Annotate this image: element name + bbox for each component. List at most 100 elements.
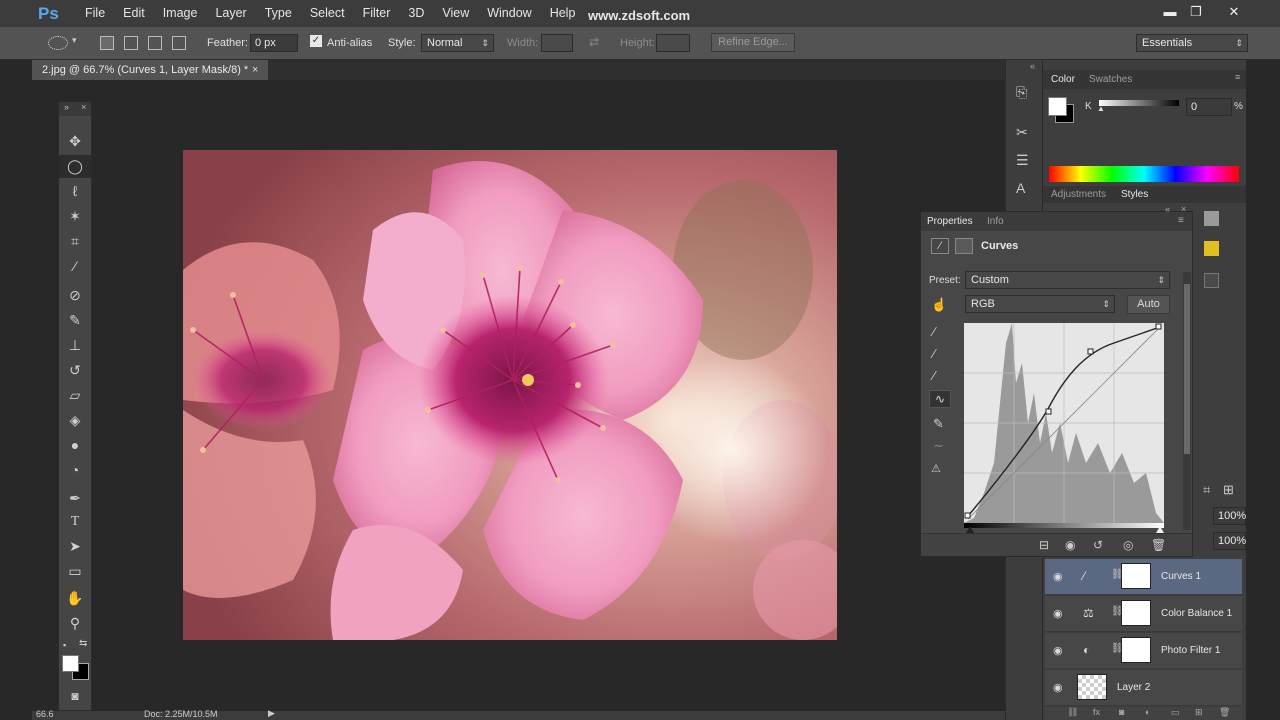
chevron-down-icon[interactable]: ▾ (72, 35, 77, 46)
menu-help[interactable]: Help (541, 0, 585, 27)
ellipse-marquee-icon[interactable] (48, 36, 68, 50)
document-tab[interactable]: 2.jpg @ 66.7% (Curves 1, Layer Mask/8) *… (32, 60, 268, 80)
new-group-icon[interactable]: ▭ (1171, 707, 1180, 718)
swap-colors-icon[interactable]: ⇆ (79, 638, 87, 649)
props-menu-icon[interactable]: ≡ (1178, 215, 1184, 226)
properties-scrollbar[interactable] (1183, 272, 1191, 530)
clone-stamp-tool-icon[interactable]: ⊥ (59, 334, 91, 357)
workspace-dropdown[interactable]: Essentials (1136, 34, 1248, 52)
view-previous-icon[interactable]: ◉ (1065, 538, 1075, 552)
preset-dropdown[interactable]: Custom (965, 271, 1170, 289)
status-menu-icon[interactable]: ▶ (268, 708, 275, 719)
new-layer-icon[interactable]: ⊞ (1195, 707, 1203, 718)
tab-adjustments[interactable]: Adjustments (1051, 189, 1106, 200)
layer-name[interactable]: Photo Filter 1 (1161, 645, 1220, 656)
restore-button[interactable]: ❐ (1184, 2, 1208, 22)
marquee-tool-icon[interactable]: ◯ (59, 155, 91, 178)
layer-name[interactable]: Curves 1 (1161, 571, 1201, 582)
style-dropdown[interactable]: Normal (421, 34, 494, 52)
foreground-color-swatch[interactable] (62, 655, 79, 672)
smooth-curve-icon[interactable]: ∼ (933, 438, 944, 454)
tab-styles[interactable]: Styles (1121, 189, 1148, 200)
curve-edit-icon[interactable]: ∿ (929, 390, 951, 408)
history-brush-tool-icon[interactable]: ↺ (59, 359, 91, 382)
pen-tool-icon[interactable]: ✒ (59, 487, 91, 510)
curves-adjustment-icon[interactable]: ⁄ (931, 238, 949, 254)
black-point-eyedropper-icon[interactable]: ⁄ (933, 324, 935, 339)
lock-all-icon[interactable]: ⊞ (1223, 482, 1234, 498)
feather-input[interactable]: 0 px (250, 34, 298, 52)
eye-icon[interactable]: ◉ (1053, 644, 1063, 657)
history-panel-icon[interactable]: ⎘ (1016, 84, 1027, 101)
link-layers-icon[interactable]: ⛓ (1067, 707, 1078, 718)
antialias-checkbox[interactable]: ✓ (310, 35, 322, 47)
menu-view[interactable]: View (433, 0, 478, 27)
menu-edit[interactable]: Edit (114, 0, 154, 27)
k-value-input[interactable]: 0 (1186, 98, 1232, 116)
menu-image[interactable]: Image (154, 0, 207, 27)
on-image-adjust-icon[interactable]: ☝ (931, 297, 947, 313)
minimize-button[interactable]: ▬ (1158, 2, 1182, 22)
width-input[interactable] (541, 34, 573, 52)
intersect-selection-icon[interactable] (172, 36, 186, 50)
zoom-tool-icon[interactable]: ⚲ (59, 612, 91, 635)
auto-button[interactable]: Auto (1127, 295, 1170, 314)
layer-mask-thumbnail[interactable] (1121, 563, 1151, 589)
clip-to-layer-icon[interactable]: ⊟ (1039, 538, 1049, 552)
scrollbar-thumb[interactable] (1184, 284, 1190, 454)
move-tool-icon[interactable]: ✥ (59, 130, 91, 153)
refine-edge-button[interactable]: Refine Edge... (711, 33, 795, 52)
eraser-tool-icon[interactable]: ▱ (59, 384, 91, 407)
menu-select[interactable]: Select (301, 0, 354, 27)
white-point-eyedropper-icon[interactable]: ⁄ (933, 368, 935, 383)
collapse-icon[interactable]: » (64, 102, 69, 112)
layer-name[interactable]: Layer 2 (1117, 682, 1150, 693)
layer-mask-icon[interactable] (955, 238, 973, 254)
menu-type[interactable]: Type (256, 0, 301, 27)
height-input[interactable] (656, 34, 690, 52)
transform-lock-icon[interactable]: ⌗ (1203, 482, 1210, 498)
eye-icon[interactable]: ◉ (1053, 607, 1063, 620)
layer-row-color-balance[interactable]: ◉ ⚖ ⛓ Color Balance 1 (1045, 596, 1242, 632)
add-mask-icon[interactable]: ◙ (1119, 707, 1124, 717)
visibility-icon[interactable]: ◎ (1123, 538, 1133, 552)
collapse-props-icon[interactable]: « (1165, 204, 1170, 214)
eye-icon[interactable]: ◉ (1053, 570, 1063, 583)
character-panel-icon[interactable]: A (1016, 180, 1025, 196)
menu-3d[interactable]: 3D (399, 0, 433, 27)
layer-mask-thumbnail[interactable] (1121, 637, 1151, 663)
delete-layer-icon[interactable]: 🗑 (1219, 707, 1230, 718)
hand-tool-icon[interactable]: ✋ (59, 587, 91, 610)
tab-info[interactable]: Info (987, 216, 1004, 227)
reset-icon[interactable]: ↺ (1093, 538, 1103, 552)
fx-icon[interactable]: fx (1093, 707, 1100, 717)
eye-icon[interactable]: ◉ (1053, 681, 1063, 694)
crop-tool-icon[interactable]: ⌗ (59, 230, 91, 253)
tab-swatches[interactable]: Swatches (1089, 74, 1132, 85)
layer-row-photo-filter[interactable]: ◉ ◐ ⛓ Photo Filter 1 (1045, 633, 1242, 669)
tools-panel-header[interactable]: » × (59, 102, 91, 116)
brush-tool-icon[interactable]: ✎ (59, 309, 91, 332)
expand-panels-icon[interactable]: « (1030, 61, 1035, 71)
document-canvas[interactable] (183, 150, 837, 640)
panel-menu-icon[interactable]: ≡ (1235, 72, 1240, 82)
pencil-draw-icon[interactable]: ✎ (933, 416, 944, 432)
layer-row-layer-2[interactable]: ◉ Layer 2 (1045, 670, 1242, 706)
menu-window[interactable]: Window (478, 0, 540, 27)
k-slider[interactable] (1099, 100, 1179, 106)
color-fg-swatch[interactable] (1048, 97, 1067, 116)
menu-layer[interactable]: Layer (206, 0, 255, 27)
menu-filter[interactable]: Filter (354, 0, 400, 27)
color-spectrum[interactable] (1049, 166, 1239, 182)
channel-dropdown[interactable]: RGB (965, 295, 1115, 313)
layer-row-curves[interactable]: ◉ ⁄ ⛓ Curves 1 (1045, 559, 1242, 595)
fill-input[interactable]: 100% (1213, 532, 1246, 550)
subtract-selection-icon[interactable] (148, 36, 162, 50)
blur-tool-icon[interactable]: ● (59, 434, 91, 457)
lasso-tool-icon[interactable]: ℓ (59, 180, 91, 203)
close-tab-icon[interactable]: × (252, 60, 258, 80)
style-swatch-gray[interactable] (1204, 211, 1219, 226)
brush-presets-icon[interactable]: ✂ (1016, 124, 1028, 141)
new-selection-icon[interactable] (100, 36, 114, 50)
magic-wand-tool-icon[interactable]: ✶ (59, 205, 91, 228)
